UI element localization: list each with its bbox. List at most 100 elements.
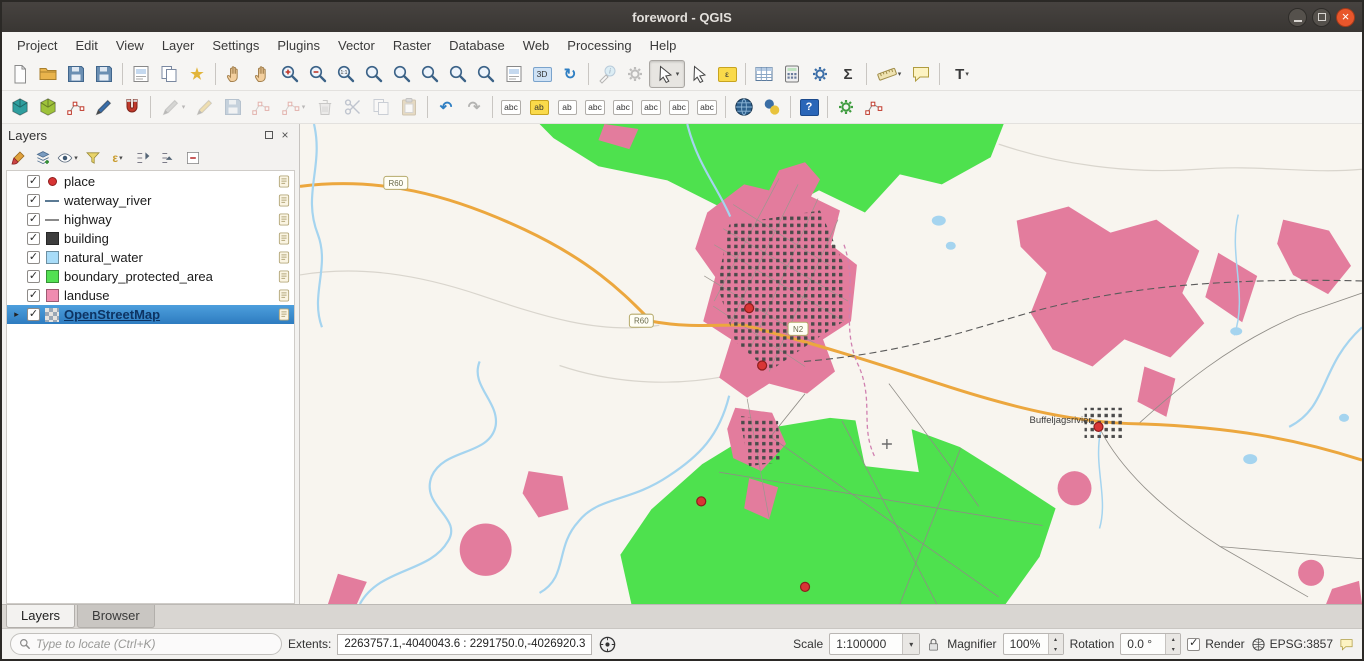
map-themes-dropdown-icon[interactable]: ▾ <box>74 154 78 162</box>
remove-layer-button[interactable] <box>181 148 204 169</box>
panel-float-button[interactable] <box>261 127 277 143</box>
collapse-all-button[interactable] <box>156 148 179 169</box>
layer-checkbox[interactable]: ✓ <box>27 251 40 264</box>
open-layer-styling-button[interactable] <box>6 148 29 169</box>
zoom-in-button[interactable] <box>276 60 304 88</box>
menu-project[interactable]: Project <box>8 35 66 56</box>
layer-row-boundary-protected-area[interactable]: ✓ boundary_protected_area <box>7 267 294 286</box>
rotation-spin-down-icon[interactable]: ▾ <box>1166 644 1180 654</box>
layer-row-waterway-river[interactable]: ✓ waterway_river <box>7 191 294 210</box>
window-minimize-button[interactable] <box>1288 8 1307 27</box>
cut-features-button[interactable] <box>339 93 367 121</box>
menu-plugins[interactable]: Plugins <box>268 35 329 56</box>
add-feature-button[interactable] <box>247 93 275 121</box>
pin-unpin-labels-button[interactable]: abc <box>581 93 609 121</box>
open-attribute-table-button[interactable] <box>750 60 778 88</box>
menu-view[interactable]: View <box>107 35 153 56</box>
new-geopackage-layer-button[interactable] <box>34 93 62 121</box>
zoom-last-button[interactable] <box>444 60 472 88</box>
processing-toolbox-button[interactable] <box>832 93 860 121</box>
vertex-tool-dropdown-icon[interactable]: ▾ <box>302 103 306 111</box>
highlight-pinned-labels-button[interactable]: ab <box>553 93 581 121</box>
measure-dropdown-icon[interactable]: ▾ <box>898 70 902 78</box>
options-button[interactable] <box>806 60 834 88</box>
pan-map-button[interactable] <box>220 60 248 88</box>
graphical-modeler-button[interactable] <box>860 93 888 121</box>
zoom-next-button[interactable] <box>472 60 500 88</box>
manage-map-themes-button[interactable]: ▾ <box>56 148 79 169</box>
zoom-out-button[interactable] <box>304 60 332 88</box>
style-manager-button[interactable]: ★ <box>183 60 211 88</box>
change-label-properties-button[interactable]: abc <box>693 93 721 121</box>
window-close-button[interactable]: × <box>1336 8 1355 27</box>
osm-place-search-button[interactable] <box>730 93 758 121</box>
layer-checkbox[interactable]: ✓ <box>27 308 40 321</box>
vertex-tool-button[interactable]: ▾ <box>275 93 311 121</box>
magnifier-spin-down-icon[interactable]: ▾ <box>1049 644 1063 654</box>
statistical-summary-button[interactable]: Σ <box>834 60 862 88</box>
layer-row-highway[interactable]: ✓ highway <box>7 210 294 229</box>
layer-checkbox[interactable]: ✓ <box>27 289 40 302</box>
map-tips-button[interactable] <box>907 60 935 88</box>
move-label-button[interactable]: abc <box>637 93 665 121</box>
rotation-spinbox[interactable]: 0.0 ° ▴ ▾ <box>1120 633 1181 655</box>
layer-checkbox[interactable]: ✓ <box>27 194 40 207</box>
toggle-editing-button[interactable] <box>191 93 219 121</box>
layer-row-natural-water[interactable]: ✓ natural_water <box>7 248 294 267</box>
new-project-button[interactable] <box>6 60 34 88</box>
rotate-label-button[interactable]: abc <box>665 93 693 121</box>
scale-combo[interactable]: 1:100000 ▾ <box>829 633 920 655</box>
layer-diagram-options-button[interactable]: ab <box>525 93 553 121</box>
refresh-map-button[interactable]: ↻ <box>556 60 584 88</box>
extents-toggle-button[interactable] <box>598 635 617 654</box>
redo-button[interactable]: ↷ <box>460 93 488 121</box>
undo-button[interactable]: ↶ <box>432 93 460 121</box>
delete-selected-button[interactable] <box>311 93 339 121</box>
menu-database[interactable]: Database <box>440 35 514 56</box>
menu-layer[interactable]: Layer <box>153 35 204 56</box>
tab-layers[interactable]: Layers <box>6 605 75 628</box>
python-console-button[interactable] <box>758 93 786 121</box>
rotation-spin-up-icon[interactable]: ▴ <box>1166 634 1180 644</box>
filter-legend-button[interactable] <box>81 148 104 169</box>
filter-legend-by-expression-button[interactable]: ε▾ <box>106 148 129 169</box>
new-spatialite-layer-button[interactable] <box>90 93 118 121</box>
menu-raster[interactable]: Raster <box>384 35 440 56</box>
render-checkbox[interactable]: ✓ <box>1187 638 1200 651</box>
layer-checkbox[interactable]: ✓ <box>27 175 40 188</box>
layer-expander-icon[interactable]: ▸ <box>11 310 22 319</box>
show-hide-labels-button[interactable]: abc <box>609 93 637 121</box>
save-project-as-button[interactable] <box>90 60 118 88</box>
identify-features-button[interactable] <box>593 60 621 88</box>
tab-browser[interactable]: Browser <box>77 605 155 628</box>
select-features-by-value-button[interactable] <box>685 60 713 88</box>
panel-close-button[interactable]: × <box>277 127 293 143</box>
menu-web[interactable]: Web <box>514 35 559 56</box>
locate-input[interactable] <box>36 637 273 651</box>
layer-row-building[interactable]: ✓ building <box>7 229 294 248</box>
layer-checkbox[interactable]: ✓ <box>27 232 40 245</box>
expand-all-button[interactable] <box>131 148 154 169</box>
map-canvas[interactable]: Buffeljagsrivier R60 R60 N2 <box>300 124 1362 604</box>
layer-row-landuse[interactable]: ✓ landuse <box>7 286 294 305</box>
layer-row-place[interactable]: ✓ place <box>7 172 294 191</box>
menu-settings[interactable]: Settings <box>203 35 268 56</box>
pan-to-selection-button[interactable] <box>248 60 276 88</box>
current-edits-dropdown-icon[interactable]: ▾ <box>182 103 186 111</box>
help-button[interactable]: ? <box>795 93 823 121</box>
paste-features-button[interactable] <box>395 93 423 121</box>
magnifier-lock-icon[interactable] <box>926 637 941 652</box>
zoom-to-layer-button[interactable] <box>416 60 444 88</box>
open-project-button[interactable] <box>34 60 62 88</box>
new-3d-map-view-button[interactable]: 3D <box>528 60 556 88</box>
window-maximize-button[interactable] <box>1312 8 1331 27</box>
zoom-full-extent-button[interactable] <box>360 60 388 88</box>
layer-labeling-options-button[interactable]: abc <box>497 93 525 121</box>
data-source-manager-button[interactable] <box>6 93 34 121</box>
menu-edit[interactable]: Edit <box>66 35 106 56</box>
add-group-button[interactable] <box>31 148 54 169</box>
text-annotation-button[interactable]: T▾ <box>944 60 980 88</box>
menu-vector[interactable]: Vector <box>329 35 384 56</box>
select-features-dropdown-icon[interactable]: ▾ <box>676 70 680 78</box>
new-map-view-button[interactable] <box>500 60 528 88</box>
